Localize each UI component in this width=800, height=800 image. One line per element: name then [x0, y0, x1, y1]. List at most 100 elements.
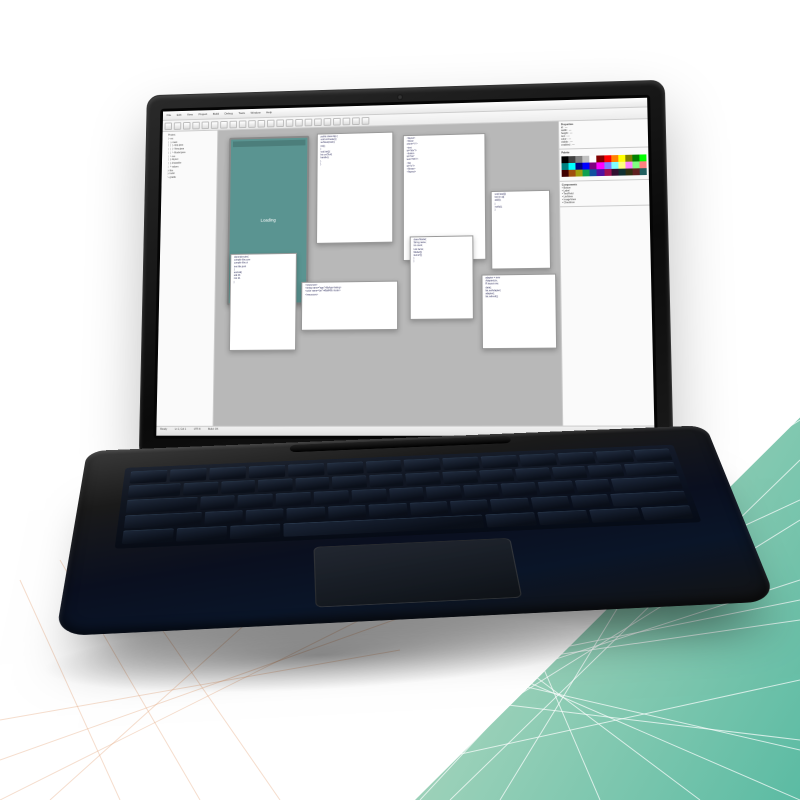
- keyboard-key: [426, 486, 462, 500]
- keyboard-key: [490, 497, 530, 512]
- keyboard-key: [481, 455, 519, 468]
- toolbar-button: [202, 121, 210, 129]
- toolbar-button: [305, 119, 313, 127]
- keyboard-key: [332, 475, 367, 489]
- keyboard-key: [500, 482, 537, 496]
- keyboard-key: [169, 468, 206, 482]
- keyboard-key: [557, 452, 596, 465]
- color-palette-panel: Palette: [559, 147, 649, 182]
- keyboard-key: [328, 505, 367, 520]
- keyboard-key: [327, 462, 364, 476]
- keyboard-key: [288, 463, 324, 477]
- statusbar-segment: Ready: [160, 428, 167, 435]
- keyboard-key: [552, 466, 589, 480]
- keyboard-key: [610, 490, 688, 506]
- keyboard-key: [537, 510, 589, 525]
- keyboard-key: [450, 499, 490, 514]
- keyboard-key: [442, 471, 478, 485]
- menu-item: Tools: [238, 112, 245, 116]
- toolbar-button: [165, 122, 173, 130]
- ide-project-tree: Project ├ src │ ├ main │ │ ├ App.java │ …: [156, 131, 218, 426]
- component-item: • Checkbox: [562, 200, 647, 205]
- keyboard-key: [176, 526, 227, 542]
- keyboard-key: [463, 484, 500, 498]
- keyboard-key: [183, 482, 218, 496]
- code-line: }: [414, 260, 470, 264]
- toolbar-button: [352, 117, 360, 125]
- keyboard-key: [443, 457, 481, 470]
- keyboard-key: [641, 505, 694, 520]
- keyboard-key: [409, 501, 448, 516]
- toolbar-button: [362, 117, 370, 125]
- code-line: }: [234, 281, 293, 285]
- statusbar-segment: Build: OK: [208, 428, 218, 435]
- menu-item: Help: [266, 111, 272, 115]
- keyboard-key: [389, 487, 425, 501]
- keyboard-key: [515, 468, 551, 482]
- properties-panel: Properties id : —width : —height : —text…: [559, 119, 648, 150]
- menu-item: Build: [213, 112, 219, 116]
- laptop-base: [55, 425, 776, 636]
- code-window: public class App { void onCreate(){ setV…: [316, 132, 393, 244]
- keyboard-key: [485, 512, 537, 527]
- code-window: dependencies{ compile libs.core compile …: [229, 253, 297, 351]
- keyboard-key: [220, 480, 255, 494]
- laptop-bezel: File Edit View Project Build Debug Tools Window…: [153, 95, 657, 439]
- keyboard-key: [246, 508, 284, 523]
- toolbar-button: [343, 118, 351, 126]
- keyboard-key: [126, 497, 197, 513]
- toolbar-button: [183, 122, 191, 130]
- laptop-display: File Edit View Project Build Debug Tools Window…: [156, 98, 654, 436]
- toolbar-button: [333, 118, 341, 126]
- laptop-illustration: File Edit View Project Build Debug Tools Window…: [100, 80, 700, 720]
- keyboard-key: [588, 464, 625, 478]
- toolbar-button: [258, 120, 266, 128]
- code-line: }: [495, 209, 546, 213]
- toolbar-button: [248, 120, 256, 128]
- keyboard-key: [230, 524, 281, 540]
- keyboard-key: [589, 508, 642, 523]
- toolbar-button: [314, 118, 322, 126]
- keyboard-key: [634, 449, 673, 462]
- keyboard-key: [287, 506, 325, 521]
- code-window: adapter = new Adapter(ctx, R.layout.row,…: [481, 274, 557, 350]
- toolbar-button: [211, 121, 219, 129]
- code-line: }: [320, 162, 389, 167]
- palette-panel-title: Palette: [561, 151, 569, 154]
- keyboard-key: [365, 460, 402, 474]
- keyboard-key: [295, 477, 329, 491]
- toolbar-button: [174, 122, 182, 130]
- keyboard-key: [519, 453, 557, 466]
- keyboard-key: [351, 489, 387, 503]
- code-window: <resources> <string name="app">MyApp</st…: [301, 281, 398, 331]
- menu-item: Window: [251, 111, 261, 115]
- keyboard-key: [204, 510, 243, 525]
- toolbar-button: [239, 120, 247, 128]
- keyboard-key: [258, 479, 292, 493]
- menu-item: Project: [198, 113, 207, 117]
- mobile-loading-label: Loading: [261, 217, 276, 222]
- keyboard-key: [200, 496, 236, 510]
- keyboard-key: [238, 494, 273, 508]
- code-line: </layout>: [407, 170, 482, 175]
- keyboard-key: [624, 462, 678, 476]
- statusbar-segment: Ln 1, Col 1: [175, 428, 187, 435]
- tree-item: └ gradle: [163, 175, 214, 180]
- keyboard-key: [124, 512, 202, 529]
- keyboard-key: [209, 467, 246, 481]
- menu-item: File: [167, 114, 172, 117]
- webcam-icon: [397, 94, 403, 100]
- toolbar-button: [324, 118, 332, 126]
- keyboard-key: [314, 491, 349, 505]
- menu-item: Debug: [225, 112, 233, 116]
- laptop-trackpad: [313, 538, 522, 608]
- ide-body: Project ├ src │ ├ main │ │ ├ App.java │ …: [156, 119, 654, 426]
- code-window: void load(){ for(i in a){ add(i); } noti…: [491, 190, 551, 270]
- toolbar-button: [286, 119, 294, 127]
- ide-right-sidebar: Properties id : —width : —height : —text…: [558, 119, 654, 425]
- keyboard-key: [369, 474, 404, 488]
- toolbar-button: [276, 119, 284, 127]
- keyboard-key: [611, 476, 683, 491]
- menu-item: Edit: [177, 114, 182, 117]
- menu-item: View: [187, 113, 193, 117]
